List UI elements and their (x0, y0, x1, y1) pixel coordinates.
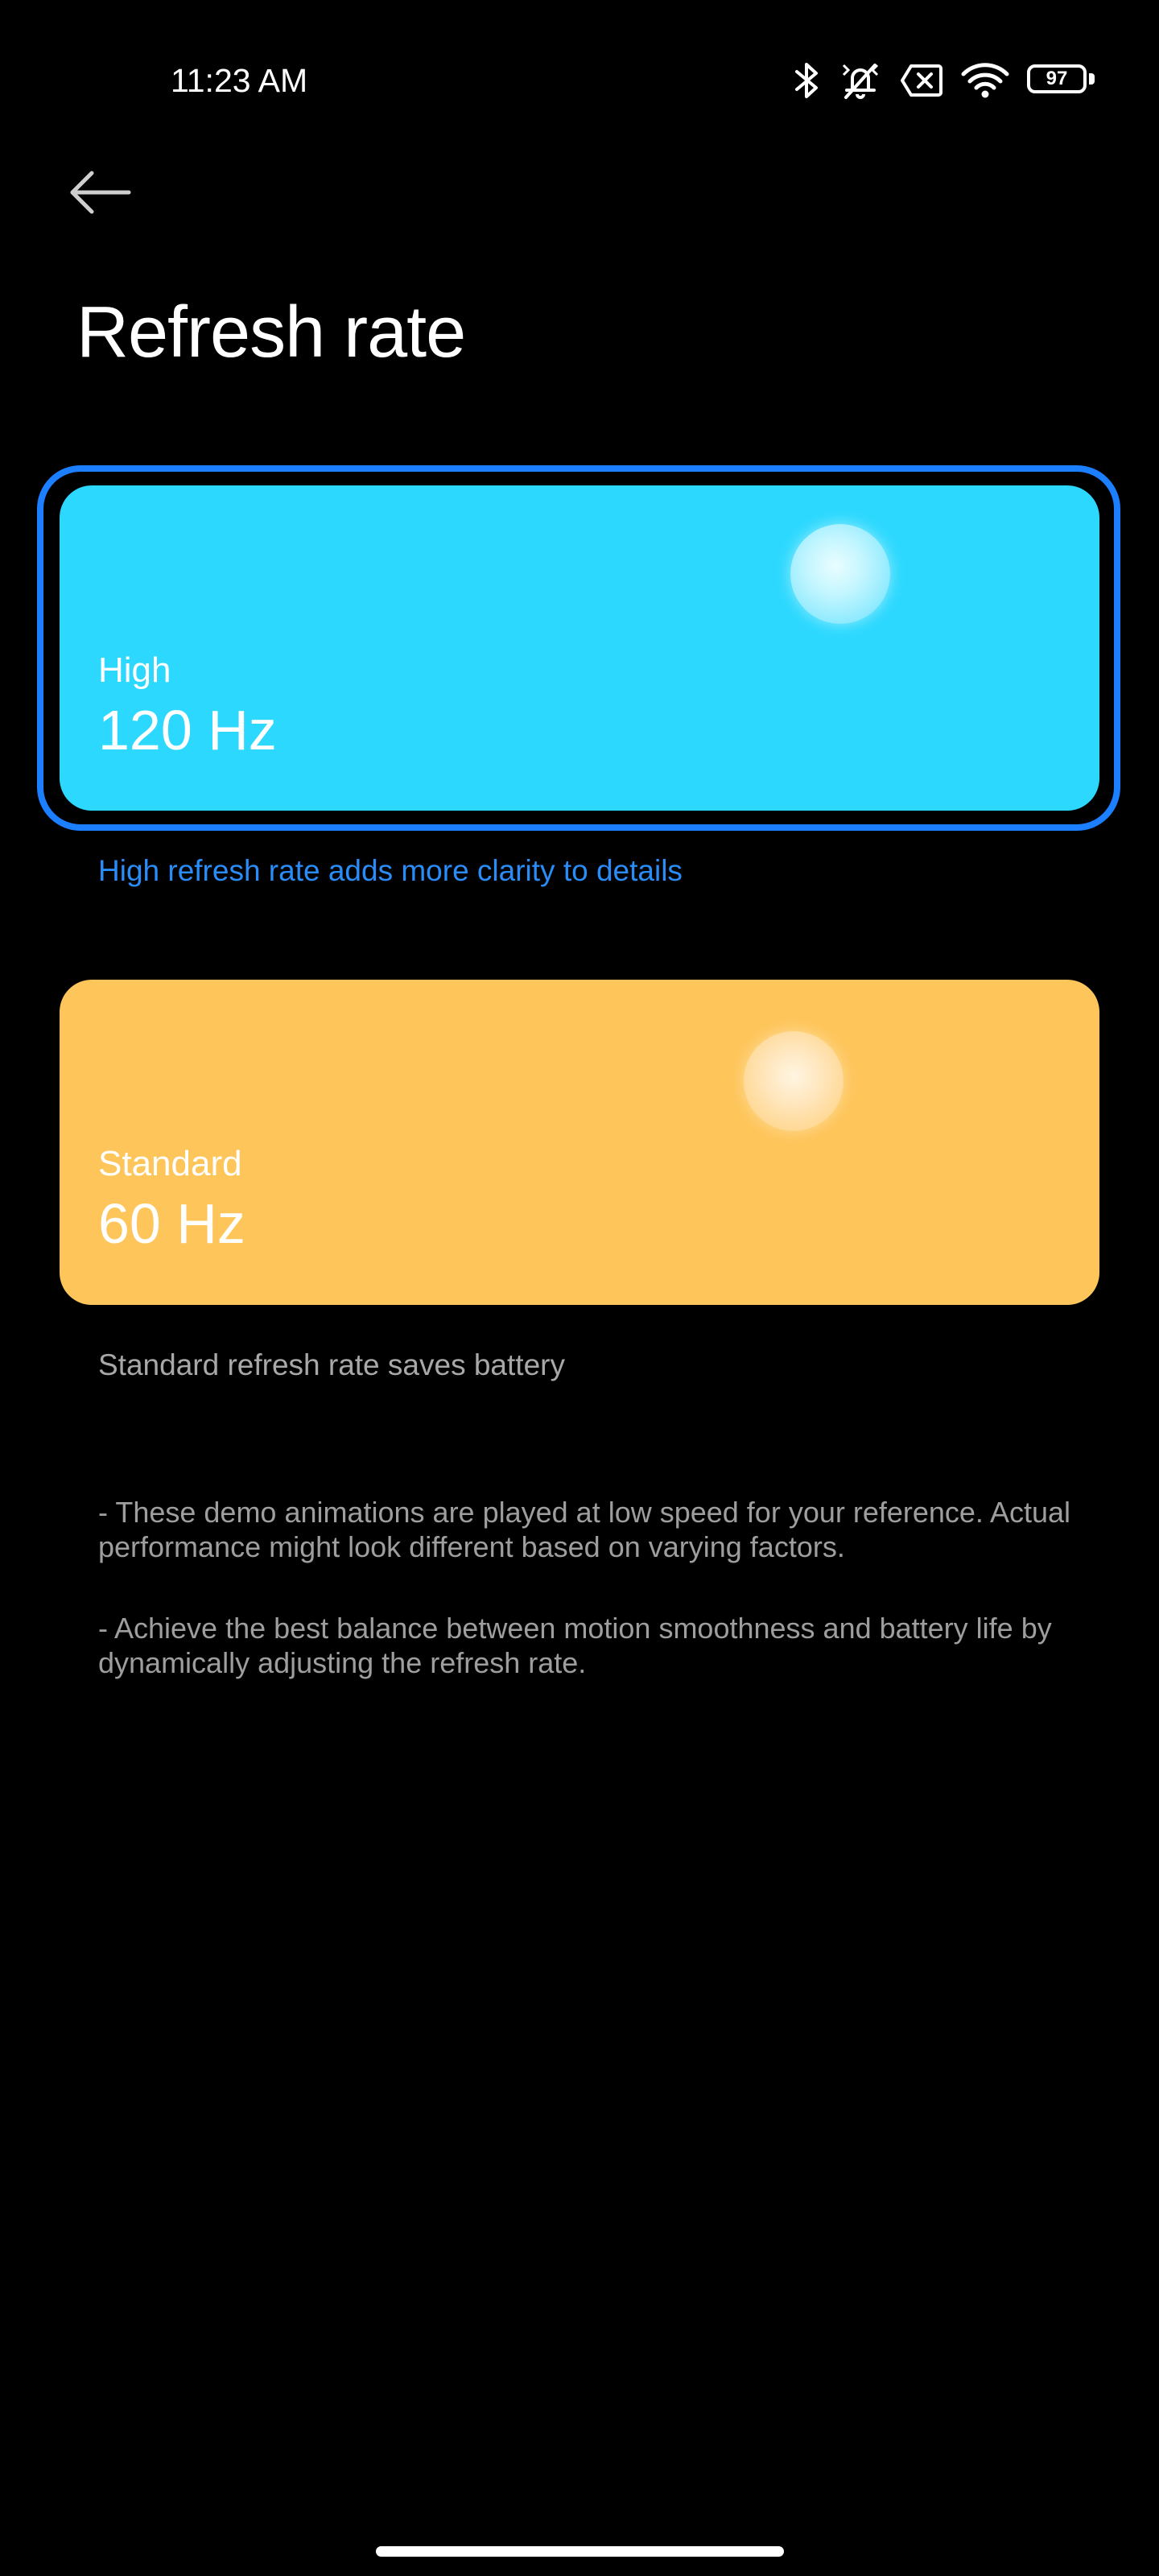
option-card-standard[interactable]: Standard 60 Hz (60, 980, 1099, 1305)
no-sim-icon (900, 63, 943, 98)
silent-icon (839, 59, 882, 102)
option-description-high: High refresh rate adds more clarity to d… (98, 854, 683, 887)
option-value-high: 120 Hz (98, 699, 277, 762)
demo-ball-animation (744, 1031, 843, 1131)
page-title: Refresh rate (76, 292, 466, 373)
status-time: 11:23 AM (171, 62, 308, 99)
battery-icon: 97 (1027, 64, 1095, 97)
wifi-icon (961, 62, 1009, 99)
back-button[interactable] (68, 158, 156, 230)
note-balance: - Achieve the best balance between motio… (98, 1612, 1052, 1679)
status-bar: 11:23 AM 97 (0, 0, 1159, 161)
option-value-standard: 60 Hz (98, 1192, 245, 1255)
option-card-high[interactable]: High 120 Hz (60, 485, 1099, 811)
home-indicator[interactable] (376, 2546, 784, 2557)
status-icons: 97 (794, 56, 1095, 105)
note-demo-animations: - These demo animations are played at lo… (98, 1496, 1071, 1563)
bluetooth-icon (794, 60, 821, 101)
option-label-standard: Standard (98, 1144, 242, 1183)
battery-level: 97 (1046, 68, 1068, 89)
option-description-standard: Standard refresh rate saves battery (98, 1348, 565, 1381)
arrow-left-icon (68, 170, 132, 219)
demo-ball-animation (790, 524, 890, 624)
option-label-high: High (98, 650, 171, 690)
